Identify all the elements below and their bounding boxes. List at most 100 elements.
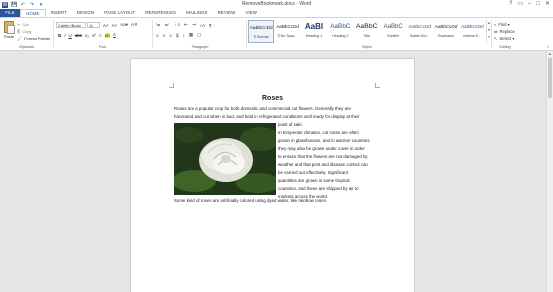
ribbon-display-button[interactable]: ▭ bbox=[517, 0, 523, 9]
style-subtitle[interactable]: AaBbC Subtitle bbox=[380, 20, 406, 43]
superscript-button[interactable]: x² bbox=[92, 33, 96, 38]
tab-file[interactable]: FILE bbox=[0, 9, 20, 17]
paste-button[interactable]: Paste bbox=[2, 21, 16, 43]
tab-view[interactable]: VIEW bbox=[240, 9, 262, 17]
tab-page-layout[interactable]: PAGE LAYOUT bbox=[99, 9, 140, 17]
align-left-button[interactable]: ≡ bbox=[156, 33, 159, 38]
multilevel-list-button[interactable]: ⋮≡ bbox=[173, 22, 180, 28]
style-name: Heading 1 bbox=[305, 34, 323, 38]
line-spacing-button[interactable]: ↕ bbox=[183, 33, 185, 38]
strikethrough-button[interactable]: abc bbox=[75, 33, 82, 38]
paragraph-1-line-2[interactable]: harvested and cut when in bud, and held … bbox=[174, 113, 374, 121]
shading-button[interactable]: ▦ bbox=[189, 32, 193, 38]
font-size-box[interactable]: 11 bbox=[87, 22, 100, 28]
style-preview: AaBbC bbox=[330, 23, 351, 30]
replace-label: Replace bbox=[499, 29, 515, 34]
shrink-font-button[interactable]: A˅ bbox=[112, 23, 118, 28]
close-button[interactable]: ✕ bbox=[545, 0, 550, 9]
paragraph-3[interactable]: Some kind of roses are artificially colo… bbox=[174, 197, 374, 205]
numbering-button[interactable]: ≕ bbox=[165, 22, 170, 28]
brush-icon: 🖌 bbox=[17, 36, 23, 41]
title-bar: W 💾 ↶ ↷ ▾ RemoveBookmark.docx - Word ? ▭… bbox=[0, 0, 553, 9]
paragraph-2-line: weather and that pest and disease contro… bbox=[278, 162, 368, 167]
scrollbar-thumb[interactable] bbox=[548, 58, 552, 98]
increase-indent-button[interactable]: ⇥ bbox=[192, 22, 196, 28]
bullets-button[interactable]: ≔ bbox=[156, 22, 161, 28]
replace-button[interactable]: ⇄ Replace bbox=[494, 28, 515, 35]
show-marks-button[interactable]: ¶ bbox=[209, 23, 211, 28]
format-painter-button[interactable]: 🖌 Format Painter bbox=[17, 35, 51, 42]
style-name: Title bbox=[363, 34, 371, 38]
style-emphasis[interactable]: AaBbCcDd Emphasis bbox=[433, 20, 459, 43]
style-subtle-emphasis[interactable]: AaBbCcDd Subtle Em... bbox=[406, 20, 432, 43]
style-title[interactable]: AaBbC Title bbox=[354, 20, 380, 43]
center-button[interactable]: ≡ bbox=[163, 33, 166, 38]
paragraph-row-1: ≔ ≕ ⋮≡ ⇤ ⇥ ↕A ¶ bbox=[156, 22, 211, 28]
highlight-button[interactable]: ab bbox=[104, 32, 110, 38]
styles-group-label: Styles bbox=[362, 45, 372, 49]
italic-button[interactable]: I bbox=[64, 33, 65, 38]
bold-button[interactable]: B bbox=[58, 33, 61, 38]
cut-button[interactable]: ✂ Cut bbox=[17, 21, 51, 28]
rose-photo[interactable] bbox=[174, 123, 276, 195]
collapse-ribbon-icon[interactable]: ˄ bbox=[547, 44, 549, 49]
style-no-spacing[interactable]: AaBbCcDd ¶ No Spac... bbox=[274, 20, 300, 43]
decrease-indent-button[interactable]: ⇤ bbox=[184, 22, 188, 28]
clear-formatting-button[interactable]: A✕ bbox=[131, 22, 138, 28]
group-divider bbox=[53, 20, 54, 49]
paragraph-2-line: quantities are grown in some tropical bbox=[278, 178, 350, 183]
paragraph-2[interactable]: In temperate climates, cut roses are oft… bbox=[278, 129, 374, 201]
group-divider bbox=[152, 20, 153, 49]
tab-home[interactable]: HOME bbox=[20, 9, 46, 17]
document-page[interactable]: Roses Roses are a popular crop for both … bbox=[130, 58, 415, 292]
vertical-scrollbar[interactable]: ▲ bbox=[546, 51, 553, 292]
style-name: Subtitle bbox=[387, 34, 400, 38]
find-button[interactable]: ⌕ Find ▾ bbox=[494, 21, 515, 28]
copy-label: Copy bbox=[22, 29, 32, 34]
scroll-up-arrow-icon[interactable]: ▲ bbox=[547, 51, 553, 56]
paragraph-2-line: In temperate climates, cut roses are oft… bbox=[278, 130, 359, 135]
text-effects-button[interactable]: A bbox=[99, 33, 102, 38]
change-case-button[interactable]: Aa▾ bbox=[120, 22, 128, 28]
style-normal[interactable]: AaBbCcDd ¶ Normal bbox=[248, 20, 275, 43]
justify-button[interactable]: ≡ bbox=[175, 32, 179, 38]
replace-icon: ⇄ bbox=[494, 29, 498, 34]
subscript-button[interactable]: x₂ bbox=[85, 33, 89, 38]
paragraph-1-line-3[interactable]: point of sale. bbox=[278, 121, 303, 129]
minimize-button[interactable]: – bbox=[528, 0, 531, 9]
tab-design[interactable]: DESIGN bbox=[72, 9, 99, 17]
borders-button[interactable]: ▢ bbox=[197, 32, 201, 38]
ribbon: Paste ✂ Cut ⎘ Copy 🖌 Format Painter Clipboa… bbox=[0, 17, 553, 51]
underline-button[interactable]: U bbox=[69, 33, 72, 38]
style-preview: AaBbCcDd bbox=[434, 24, 458, 29]
align-right-button[interactable]: ≡ bbox=[169, 33, 172, 38]
font-color-button[interactable]: A bbox=[112, 32, 116, 38]
tab-references[interactable]: REFERENCES bbox=[140, 9, 181, 17]
font-row-2: B I U abc x₂ x² A ab A bbox=[58, 32, 116, 38]
clipboard-icon bbox=[4, 21, 15, 34]
paragraph-row-2: ≡ ≡ ≡ ≡ ↕ ▦ ▢ bbox=[156, 32, 201, 38]
style-name: Emphasis bbox=[438, 34, 454, 38]
font-name-box[interactable]: Calibri (Body bbox=[56, 22, 86, 28]
style-name: ¶ No Spac... bbox=[277, 34, 298, 38]
style-intense-emphasis[interactable]: AaBbCcDd Intense E... bbox=[459, 20, 485, 43]
select-button[interactable]: ↖ Select ▾ bbox=[494, 35, 515, 42]
style-name: Intense E... bbox=[463, 34, 482, 38]
white-rose-image bbox=[174, 123, 276, 195]
clipboard-commands: ✂ Cut ⎘ Copy 🖌 Format Painter bbox=[17, 21, 51, 42]
grow-font-button[interactable]: A˄ bbox=[103, 23, 109, 28]
styles-gallery: AaBbCcDd ¶ Normal AaBbCcDd ¶ No Spac... … bbox=[248, 20, 486, 43]
help-button[interactable]: ? bbox=[509, 0, 512, 9]
maximize-button[interactable]: □ bbox=[536, 0, 540, 9]
ribbon-tabs: FILE HOME INSERT DESIGN PAGE LAYOUT REFE… bbox=[0, 9, 553, 17]
tab-review[interactable]: REVIEW bbox=[213, 9, 241, 17]
style-heading-2[interactable]: AaBbC Heading 2 bbox=[327, 20, 353, 43]
paragraph-1-line-1[interactable]: Roses are a popular crop for both domest… bbox=[174, 105, 374, 113]
tab-mailings[interactable]: MAILINGS bbox=[181, 9, 213, 17]
document-heading[interactable]: Roses bbox=[131, 95, 414, 102]
tab-insert[interactable]: INSERT bbox=[46, 9, 72, 17]
style-name: ¶ Normal bbox=[253, 35, 269, 39]
copy-button[interactable]: ⎘ Copy bbox=[17, 28, 51, 35]
sort-button[interactable]: ↕A bbox=[200, 23, 205, 28]
style-heading-1[interactable]: AaBI Heading 1 bbox=[301, 20, 327, 43]
